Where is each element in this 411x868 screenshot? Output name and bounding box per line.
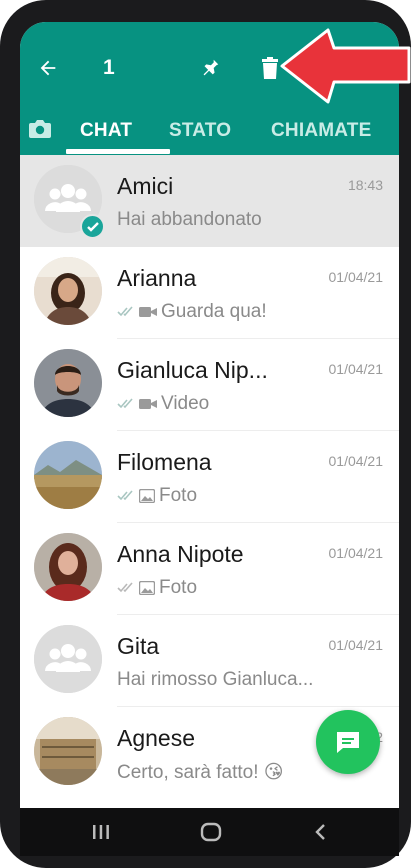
preview-text: Hai abbandonato: [117, 209, 262, 230]
video-icon: [139, 398, 157, 410]
chat-row-arianna[interactable]: Arianna 01/04/21 Guarda qua!: [20, 247, 399, 339]
chat-list: Amici 18:43 Hai abbandonato Arianna 01/0…: [20, 155, 399, 799]
tab-bar: CHAT STATO CHIAMATE: [20, 118, 399, 155]
chat-time: 01/04/21: [328, 361, 384, 377]
selected-check-icon: [80, 214, 105, 239]
tab-chiamate[interactable]: CHIAMATE: [271, 120, 371, 142]
double-check-icon: [117, 582, 135, 594]
chat-time: 01/04/21: [328, 637, 384, 653]
chat-time: 01/04/21: [328, 269, 384, 285]
back-arrow-icon[interactable]: [34, 54, 62, 82]
recent-apps-icon[interactable]: [86, 818, 116, 846]
preview-text: Guarda qua!: [161, 301, 267, 322]
contact-avatar: [34, 533, 102, 601]
chat-row-gianluca[interactable]: Gianluca Nip... 01/04/21 Video: [20, 339, 399, 431]
chat-time: 18:43: [347, 177, 383, 193]
chat-name: Gianluca Nip...: [117, 357, 268, 383]
new-chat-button[interactable]: [316, 710, 380, 774]
chat-preview: Foto: [117, 485, 197, 507]
chat-row-filomena[interactable]: Filomena 01/04/21 Foto: [20, 431, 399, 523]
preview-text: Foto: [159, 577, 198, 598]
tab-chat[interactable]: CHAT: [80, 120, 132, 142]
chat-preview: Video: [117, 393, 209, 415]
pin-icon[interactable]: [196, 54, 224, 82]
chat-name: Gita: [117, 633, 160, 659]
contact-avatar: [34, 257, 102, 325]
chat-preview: Hai rimosso Gianluca...: [117, 669, 313, 691]
chat-preview: Guarda qua!: [117, 301, 267, 323]
double-check-icon: [117, 490, 135, 502]
chat-time: 01/04/21: [328, 545, 384, 561]
chat-row-gita[interactable]: Gita 01/04/21 Hai rimosso Gianluca...: [20, 615, 399, 707]
chat-preview: Certo, sarà fatto! 😘: [117, 761, 284, 784]
contact-avatar: [34, 349, 102, 417]
system-back-icon[interactable]: [305, 818, 335, 846]
preview-text: Foto: [159, 485, 198, 506]
chat-preview: Hai abbandonato: [117, 209, 262, 231]
chat-name: Arianna: [117, 265, 197, 291]
chat-name: Anna Nipote: [117, 541, 244, 567]
chat-row-amici[interactable]: Amici 18:43 Hai abbandonato: [20, 155, 399, 247]
home-icon[interactable]: [196, 818, 226, 846]
group-avatar: [34, 625, 102, 693]
tab-stato[interactable]: STATO: [169, 120, 231, 142]
chat-row-anna-nipote[interactable]: Anna Nipote 01/04/21 Foto: [20, 523, 399, 615]
app-screen: 1 CHAT STATO CHIAMATE Amici 18:43 Hai ab…: [20, 22, 399, 814]
photo-icon: [139, 581, 155, 595]
double-check-icon: [117, 306, 135, 318]
chat-name: Agnese: [117, 725, 196, 751]
chat-icon: [337, 732, 359, 753]
red-arrow-annotation: [280, 28, 411, 104]
contact-avatar: [34, 441, 102, 509]
camera-icon[interactable]: [28, 119, 54, 141]
preview-text: Hai rimosso Gianluca...: [117, 669, 314, 690]
active-tab-indicator: [66, 149, 170, 154]
chat-name: Filomena: [117, 449, 212, 475]
preview-text: Certo, sarà fatto! 😘: [117, 762, 284, 783]
chat-preview: Foto: [117, 577, 197, 599]
system-nav-bar: [20, 808, 399, 856]
video-icon: [139, 306, 157, 318]
chat-time: 01/04/21: [328, 453, 384, 469]
selected-count: 1: [103, 56, 115, 79]
double-check-icon: [117, 398, 135, 410]
photo-icon: [139, 489, 155, 503]
contact-avatar: [34, 717, 102, 785]
preview-text: Video: [161, 393, 210, 414]
chat-name: Amici: [117, 173, 174, 199]
